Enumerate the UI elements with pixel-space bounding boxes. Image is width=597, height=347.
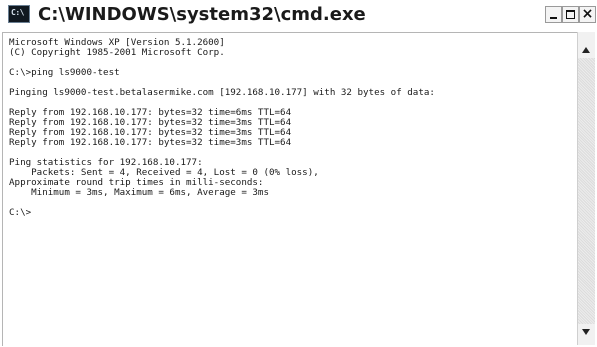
- window-title: C:\WINDOWS\system32\cmd.exe: [38, 4, 366, 25]
- minimize-button[interactable]: [545, 6, 562, 23]
- maximize-button[interactable]: [562, 6, 579, 23]
- console-line: C:\>ping ls9000-test: [9, 67, 120, 78]
- console-output[interactable]: Microsoft Windows XP [Version 5.1.2600] …: [2, 32, 577, 346]
- vertical-scrollbar[interactable]: [577, 32, 595, 345]
- close-button[interactable]: ×: [579, 6, 596, 23]
- close-icon: ×: [581, 6, 594, 22]
- console-icon[interactable]: C:\: [8, 5, 30, 23]
- console-icon-glyph: C:\: [11, 8, 24, 17]
- scroll-up-arrow-icon[interactable]: [578, 42, 595, 58]
- cmd-window: C:\ C:\WINDOWS\system32\cmd.exe × Micros…: [0, 0, 597, 347]
- scroll-down-arrow-icon[interactable]: [578, 324, 595, 340]
- console-prompt: C:\>: [9, 207, 32, 218]
- console-line: (C) Copyright 1985-2001 Microsoft Corp.: [9, 47, 225, 58]
- console-line: Minimum = 3ms, Maximum = 6ms, Average = …: [9, 187, 269, 198]
- scroll-track[interactable]: [578, 58, 595, 324]
- title-bar[interactable]: C:\ C:\WINDOWS\system32\cmd.exe ×: [0, 0, 597, 30]
- console-line: Pinging ls9000-test.betalasermike.com [1…: [9, 87, 435, 98]
- console-line: Reply from 192.168.10.177: bytes=32 time…: [9, 137, 292, 148]
